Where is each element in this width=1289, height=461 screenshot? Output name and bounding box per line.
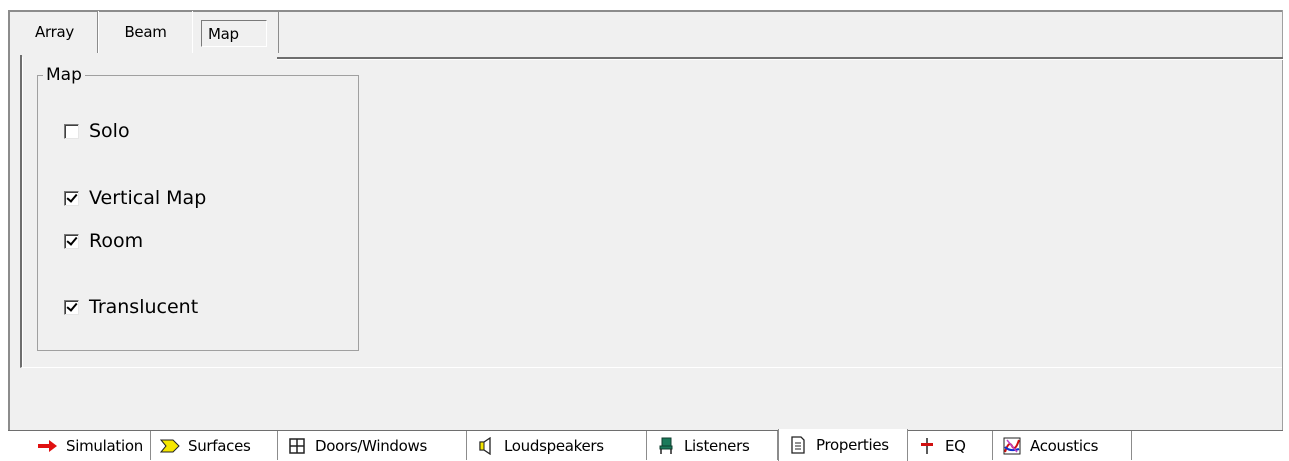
tab-beam-label: Beam [124, 23, 167, 41]
tab-listeners[interactable]: Listeners [647, 431, 778, 460]
tab-eq[interactable]: EQ [908, 431, 993, 460]
loudspeaker-icon [476, 436, 496, 455]
room-checkbox-label: Room [89, 230, 144, 252]
chair-icon [656, 437, 676, 455]
tab-doors-windows[interactable]: Doors/Windows [278, 431, 467, 460]
tab-map-focus: Map [201, 20, 267, 47]
tab-loudspeakers-label: Loudspeakers [504, 436, 604, 455]
tab-properties-label: Properties [816, 436, 889, 454]
room-checkbox[interactable]: Room [64, 230, 143, 252]
tab-surfaces-label: Surfaces [188, 436, 251, 455]
tab-array-label: Array [35, 23, 74, 41]
translucent-checkbox[interactable]: Translucent [64, 296, 198, 318]
tab-beam[interactable]: Beam [98, 11, 193, 53]
frame-edge [1282, 10, 1283, 431]
vertical-map-checkbox[interactable]: Vertical Map [64, 187, 206, 209]
tab-map[interactable]: Map [192, 11, 279, 53]
tab-surfaces[interactable]: Surfaces [151, 431, 278, 460]
tab-loudspeakers[interactable]: Loudspeakers [467, 431, 647, 460]
map-page-edge [22, 57, 23, 367]
tab-map-label: Map [208, 24, 239, 43]
vertical-map-checkbox-box[interactable] [64, 190, 79, 206]
translucent-checkbox-label: Translucent [89, 296, 199, 318]
surface-icon [160, 437, 180, 455]
window-grid-icon [287, 437, 307, 455]
translucent-checkbox-box[interactable] [64, 299, 79, 315]
vertical-map-checkbox-label: Vertical Map [89, 187, 207, 209]
tab-listeners-label: Listeners [684, 436, 750, 455]
document-icon [788, 436, 808, 454]
tab-eq-label: EQ [945, 436, 966, 455]
acoustics-icon [1002, 437, 1022, 455]
tab-doors-windows-label: Doors/Windows [315, 436, 427, 455]
room-checkbox-box[interactable] [64, 233, 79, 249]
solo-checkbox-label: Solo [89, 120, 130, 142]
map-groupbox-title: Map [43, 64, 85, 86]
red-arrow-icon [38, 437, 58, 455]
tab-acoustics-label: Acoustics [1030, 436, 1099, 455]
solo-checkbox[interactable]: Solo [64, 120, 130, 142]
tab-acoustics[interactable]: Acoustics [993, 431, 1132, 460]
tab-array[interactable]: Array [12, 11, 98, 53]
solo-checkbox-box[interactable] [64, 123, 79, 139]
tab-simulation-label: Simulation [66, 436, 143, 455]
tab-properties[interactable]: Properties [778, 429, 908, 461]
tab-simulation[interactable]: Simulation [29, 431, 151, 460]
eq-icon [917, 437, 937, 455]
